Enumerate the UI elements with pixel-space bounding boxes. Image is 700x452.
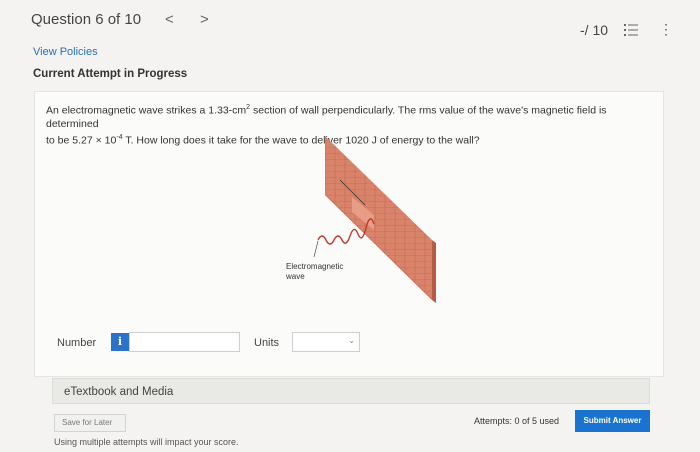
question-title: Question 6 of 10 [31,11,142,28]
figure-label: Electromagnetic wave [286,262,343,282]
info-icon[interactable]: i [111,333,129,351]
question-header: Question 6 of 10 < > -/ 10 ⋮ [0,0,700,42]
label-pointer [313,240,319,258]
list-icon[interactable] [624,23,638,37]
chevron-down-icon: ⌄ [348,336,355,345]
wall-wave-figure [313,136,436,303]
figure-label-line1: Electromagnetic [286,262,344,271]
view-policies-link[interactable]: View Policies [33,46,98,58]
multiple-attempts-note: Using multiple attempts will impact your… [54,437,239,447]
wall-edge [432,240,436,303]
units-label: Units [254,337,280,349]
save-for-later-button[interactable]: Save for Later [54,414,126,432]
units-dropdown[interactable]: ⌄ [292,332,360,352]
attempts-count: Attempts: 0 of 5 used [474,416,560,426]
more-options-icon[interactable]: ⋮ [659,22,673,36]
question-line2-start: to be 5.27 × 10 [46,134,117,146]
next-question-button[interactable]: > [200,11,209,28]
submit-answer-button[interactable]: Submit Answer [575,410,650,432]
attempt-status: Current Attempt in Progress [33,68,188,80]
question-line1-start: An electromagnetic wave strikes a 1.33-c… [46,104,247,117]
figure-label-line2: wave [286,272,305,281]
score-display: -/ 10 [580,22,609,38]
previous-question-button[interactable]: < [165,11,174,28]
etextbook-label[interactable]: eTextbook and Media [64,386,173,398]
number-label: Number [57,337,97,349]
number-input[interactable] [129,332,240,352]
